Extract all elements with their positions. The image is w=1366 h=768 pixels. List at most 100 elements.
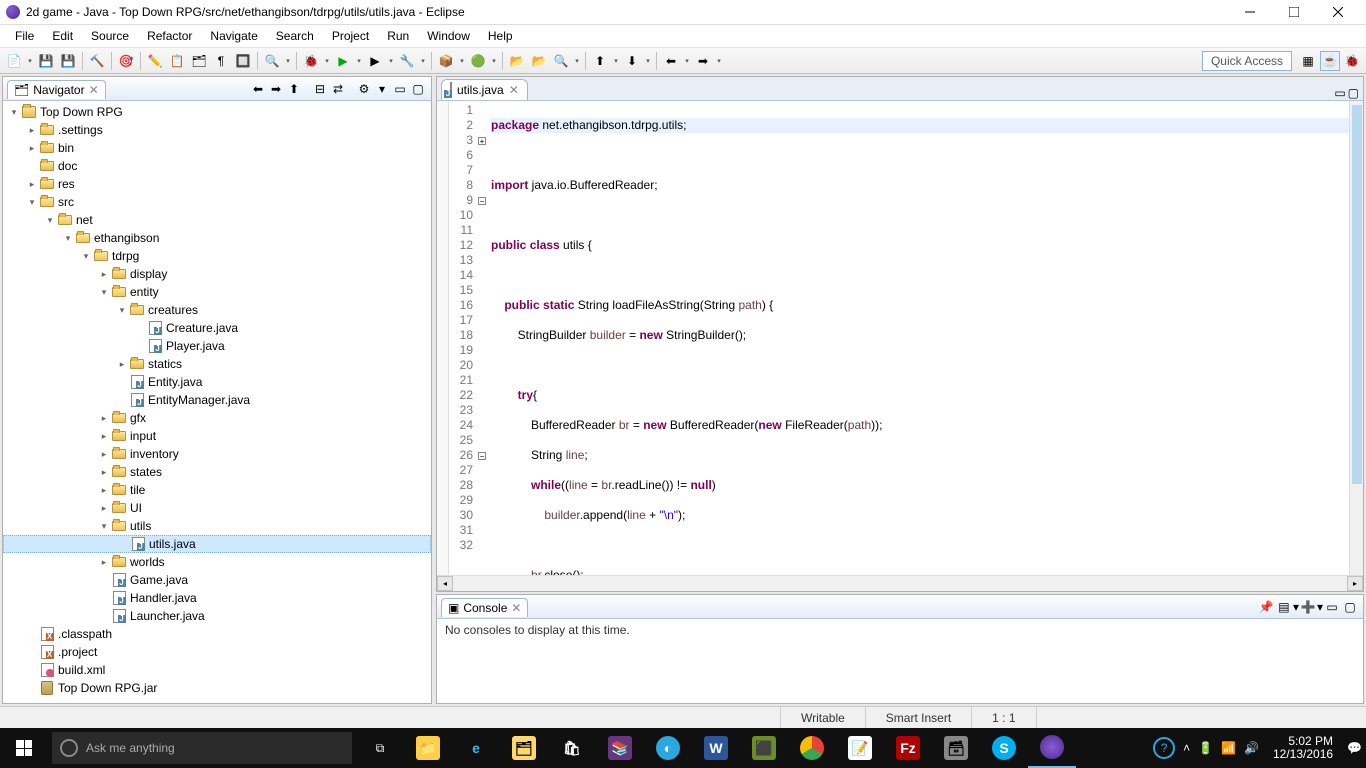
- folder-res[interactable]: ▸res: [3, 175, 431, 193]
- folder-src[interactable]: ▾src: [3, 193, 431, 211]
- store-taskbar[interactable]: 🛍: [548, 728, 596, 768]
- maximize-button[interactable]: [1272, 1, 1316, 23]
- open-button[interactable]: 📂: [507, 51, 527, 71]
- toggle-ws-button[interactable]: ¶: [211, 51, 231, 71]
- skype-taskbar[interactable]: S: [980, 728, 1028, 768]
- new-package-button[interactable]: 📦: [436, 51, 456, 71]
- line-number-gutter[interactable]: 1236789101112131415161718192021222324252…: [449, 101, 477, 575]
- close-console-icon[interactable]: ✕: [511, 601, 521, 615]
- nav-back-button[interactable]: ⬅: [249, 80, 267, 98]
- edge-taskbar[interactable]: e: [452, 728, 500, 768]
- navigator-tab[interactable]: 🗂 Navigator ✕: [7, 80, 106, 99]
- chrome-taskbar[interactable]: [788, 728, 836, 768]
- horizontal-scrollbar[interactable]: ◂ ▸: [437, 575, 1363, 591]
- maximize-view-button[interactable]: ▢: [409, 80, 427, 98]
- folder-utils[interactable]: ▾utils: [3, 517, 431, 535]
- notifications-icon[interactable]: 💬: [1347, 741, 1362, 755]
- debug-drop[interactable]: ▾: [323, 51, 331, 71]
- folder-entity[interactable]: ▾entity: [3, 283, 431, 301]
- folder-tile[interactable]: ▸tile: [3, 481, 431, 499]
- run-last-drop[interactable]: ▾: [387, 51, 395, 71]
- taskbar-clock[interactable]: 5:02 PM 12/13/2016: [1267, 735, 1339, 761]
- forward-drop[interactable]: ▾: [715, 51, 723, 71]
- filezilla-taskbar[interactable]: Fz: [884, 728, 932, 768]
- help-tray-icon[interactable]: ?: [1153, 737, 1175, 759]
- save-button[interactable]: 💾: [36, 51, 56, 71]
- folder-input[interactable]: ▸input: [3, 427, 431, 445]
- tool-button[interactable]: 🔨: [87, 51, 107, 71]
- menu-navigate[interactable]: Navigate: [201, 26, 266, 46]
- toggle-mark-button[interactable]: ✏️: [145, 51, 165, 71]
- minecraft-taskbar[interactable]: ⬛: [740, 728, 788, 768]
- close-icon[interactable]: ✕: [89, 83, 99, 97]
- maximize-console-button[interactable]: ▢: [1341, 598, 1359, 616]
- next-annotation-button[interactable]: ⬇: [622, 51, 642, 71]
- run-drop[interactable]: ▾: [355, 51, 363, 71]
- scroll-left-button[interactable]: ◂: [437, 576, 453, 591]
- cortana-search[interactable]: Ask me anything: [52, 732, 352, 764]
- search-drop[interactable]: ▾: [573, 51, 581, 71]
- prev-annotation-button[interactable]: ⬆: [590, 51, 610, 71]
- file-creature[interactable]: Creature.java: [3, 319, 431, 337]
- file-buildxml[interactable]: build.xml: [3, 661, 431, 679]
- folder-worlds[interactable]: ▸worlds: [3, 553, 431, 571]
- overview-ruler[interactable]: [1349, 101, 1363, 575]
- file-launcher[interactable]: Launcher.java: [3, 607, 431, 625]
- close-button[interactable]: [1316, 1, 1360, 23]
- toggle-block-button[interactable]: 📋: [167, 51, 187, 71]
- folder-ethangibson[interactable]: ▾ethangibson: [3, 229, 431, 247]
- ext-tools-drop[interactable]: ▾: [419, 51, 427, 71]
- start-button[interactable]: [0, 728, 48, 768]
- view-menu-button[interactable]: ▾: [373, 80, 391, 98]
- file-game[interactable]: Game.java: [3, 571, 431, 589]
- minimize-view-button[interactable]: ▭: [391, 80, 409, 98]
- open-type-drop[interactable]: ▾: [284, 51, 292, 71]
- scroll-right-button[interactable]: ▸: [1347, 576, 1363, 591]
- wifi-icon[interactable]: 📶: [1221, 741, 1236, 755]
- menu-project[interactable]: Project: [323, 26, 378, 46]
- nav-forward-button[interactable]: ➡: [267, 80, 285, 98]
- next-ann-drop[interactable]: ▾: [644, 51, 652, 71]
- tray-chevron-icon[interactable]: ˄: [1183, 741, 1190, 755]
- menu-source[interactable]: Source: [82, 26, 138, 46]
- file-entity[interactable]: Entity.java: [3, 373, 431, 391]
- folder-gfx[interactable]: ▸gfx: [3, 409, 431, 427]
- folder-doc[interactable]: doc: [3, 157, 431, 175]
- file-classpath[interactable]: .classpath: [3, 625, 431, 643]
- eclipse-taskbar[interactable]: [1028, 728, 1076, 768]
- file-handler[interactable]: Handler.java: [3, 589, 431, 607]
- filters-button[interactable]: ⚙: [355, 80, 373, 98]
- folder-statics[interactable]: ▸statics: [3, 355, 431, 373]
- back-button[interactable]: ⬅: [661, 51, 681, 71]
- prev-ann-drop[interactable]: ▾: [612, 51, 620, 71]
- battery-icon[interactable]: 🔋: [1198, 741, 1213, 755]
- new-pkg-drop[interactable]: ▾: [458, 51, 466, 71]
- file-utils[interactable]: utils.java: [3, 535, 431, 553]
- code-area[interactable]: 1236789101112131415161718192021222324252…: [437, 101, 1363, 575]
- java-perspective-button[interactable]: ☕: [1320, 51, 1340, 71]
- file-entitymanager[interactable]: EntityManager.java: [3, 391, 431, 409]
- run-button[interactable]: ▶: [333, 51, 353, 71]
- debug-target-button[interactable]: 🎯: [116, 51, 136, 71]
- console-tab[interactable]: ▣ Console ✕: [441, 598, 528, 617]
- fold-collapse-icon[interactable]: −: [478, 197, 486, 205]
- new-button[interactable]: 📄: [4, 51, 24, 71]
- run-last-button[interactable]: ▶: [365, 51, 385, 71]
- close-tab-icon[interactable]: ✕: [509, 83, 519, 97]
- file-player[interactable]: Player.java: [3, 337, 431, 355]
- app-taskbar-1[interactable]: ◐: [644, 728, 692, 768]
- folder-inventory[interactable]: ▸inventory: [3, 445, 431, 463]
- forward-button[interactable]: ➡: [693, 51, 713, 71]
- menu-file[interactable]: File: [6, 26, 43, 46]
- menu-window[interactable]: Window: [418, 26, 479, 46]
- save-all-button[interactable]: 💾: [58, 51, 78, 71]
- minimize-button[interactable]: [1228, 1, 1272, 23]
- fold-expand-icon[interactable]: +: [478, 137, 486, 145]
- menu-edit[interactable]: Edit: [43, 26, 82, 46]
- menu-search[interactable]: Search: [267, 26, 323, 46]
- console-body[interactable]: No consoles to display at this time.: [437, 619, 1363, 703]
- folder-net[interactable]: ▾net: [3, 211, 431, 229]
- toggle-word-button[interactable]: 🗂: [189, 51, 209, 71]
- minimize-console-button[interactable]: ▭: [1323, 598, 1341, 616]
- nav-up-button[interactable]: ⬆: [285, 80, 303, 98]
